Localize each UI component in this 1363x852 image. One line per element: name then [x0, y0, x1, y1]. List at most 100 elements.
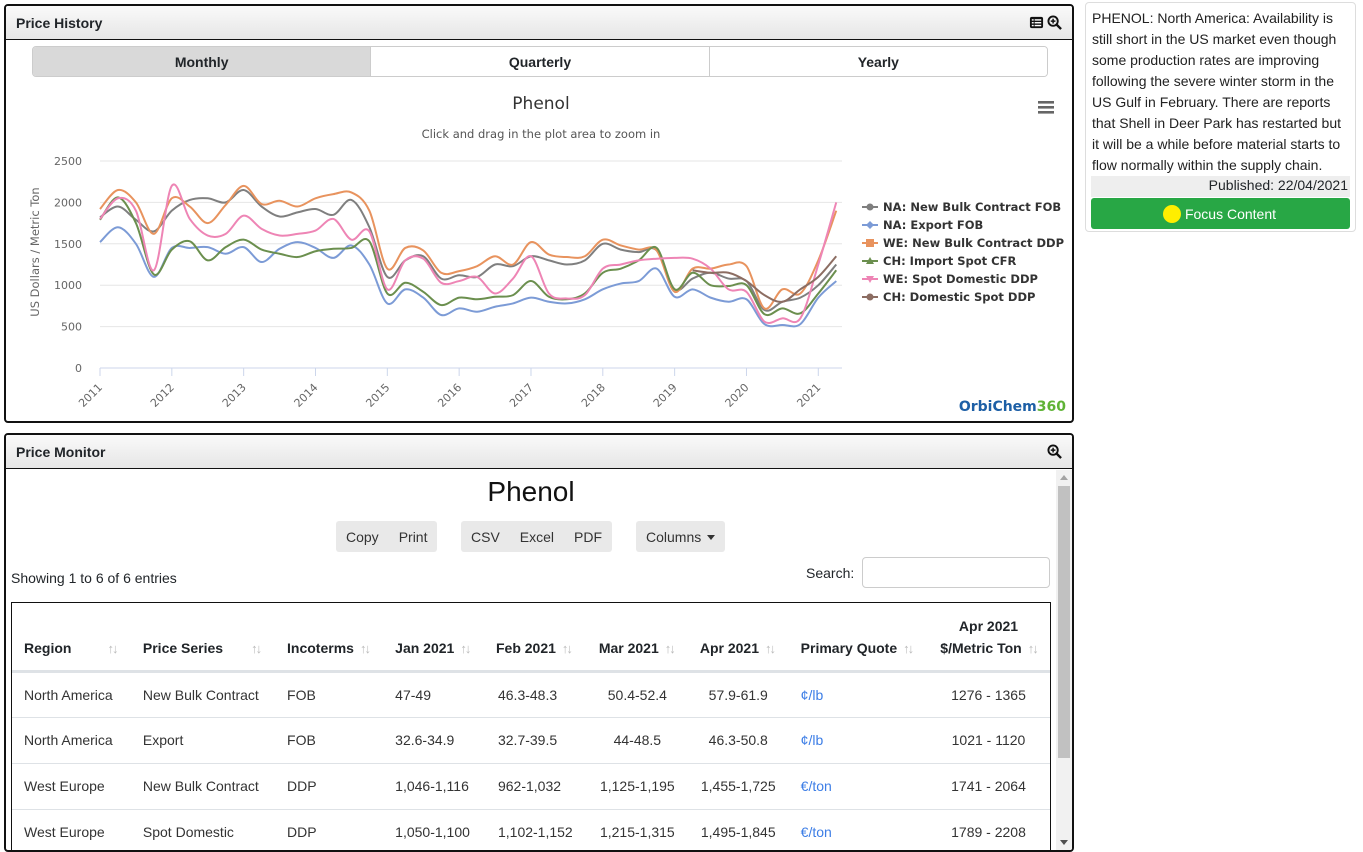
- legend-marker-icon: [866, 221, 874, 229]
- col-apr-2021-usd[interactable]: Apr 2021 $/Metric Ton ↑↓: [926, 603, 1050, 673]
- cell-region: North America: [12, 671, 131, 718]
- price-chart[interactable]: Phenol Click and drag in the plot area t…: [6, 82, 1072, 422]
- legend-item[interactable]: CH: Import Spot CFR: [862, 254, 1016, 268]
- col-region[interactable]: Region ↑↓: [12, 603, 131, 673]
- table-icon[interactable]: [1029, 15, 1044, 30]
- cell-apr-2021-usd: 1276 - 1365: [926, 671, 1050, 718]
- cell-apr-2021-usd: 1789 - 2208: [926, 809, 1050, 850]
- tab-yearly[interactable]: Yearly: [709, 47, 1047, 76]
- search-label: Search:: [806, 565, 855, 581]
- focus-content-button[interactable]: Focus Content: [1091, 198, 1350, 229]
- x-tick-label: 2012: [148, 381, 177, 410]
- tab-monthly[interactable]: Monthly: [33, 47, 372, 76]
- sun-icon: [1164, 206, 1179, 221]
- cell-jan-2021: 47-49: [383, 671, 484, 718]
- legend-label: WE: Spot Domestic DDP: [883, 272, 1038, 286]
- x-tick-label: 2018: [579, 381, 608, 410]
- col-apr-2021[interactable]: Apr 2021 ↑↓: [687, 603, 789, 673]
- cell-apr-2021: 1,455-1,725: [687, 763, 789, 810]
- table-row: West Europe Spot Domestic DDP 1,050-1,100 1,…: [12, 809, 1050, 850]
- cell-apr-2021: 1,495-1,845: [687, 809, 789, 850]
- col-primary-quote[interactable]: Primary Quote ↑↓: [788, 603, 927, 673]
- scroll-up-icon[interactable]: [1060, 475, 1068, 480]
- x-tick-label: 2021: [794, 381, 823, 410]
- entries-info: Showing 1 to 6 of 6 entries: [11, 570, 177, 586]
- copy-button[interactable]: Copy: [336, 529, 389, 545]
- table-row: North America New Bulk Contract FOB 47-49 46…: [12, 671, 1050, 718]
- col-price-series[interactable]: Price Series ↑↓: [130, 603, 276, 673]
- x-tick-label: 2019: [651, 381, 680, 410]
- cell-primary-quote[interactable]: €/ton: [788, 809, 927, 850]
- focus-content-label: Focus Content: [1184, 205, 1277, 222]
- legend-label: NA: New Bulk Contract FOB: [883, 200, 1061, 214]
- sort-icon: ↑↓: [251, 640, 262, 656]
- x-tick-label: 2020: [723, 381, 752, 410]
- cell-feb-2021: 1,102-1,152: [483, 809, 587, 850]
- cell-region: North America: [12, 717, 131, 764]
- chart-menu-icon[interactable]: [1038, 101, 1054, 114]
- cell-feb-2021: 46.3-48.3: [483, 671, 587, 718]
- table-row: North America Export FOB 32.6-34.9 32.7-39.5…: [12, 717, 1050, 764]
- orbichem-logo: OrbiChem360: [958, 399, 1066, 415]
- cell-jan-2021: 1,050-1,100: [383, 809, 484, 850]
- caret-down-icon: [705, 529, 725, 545]
- x-tick-label: 2015: [363, 381, 392, 410]
- columns-button[interactable]: Columns: [636, 521, 726, 552]
- scroll-down-icon[interactable]: [1060, 840, 1068, 845]
- y-axis-label: US Dollars / Metric Ton: [28, 187, 42, 316]
- chart-title: Phenol: [512, 94, 569, 114]
- cell-primary-quote[interactable]: ¢/lb: [788, 671, 927, 718]
- cell-mar-2021: 44-48.5: [586, 717, 688, 764]
- sort-icon: ↑↓: [765, 640, 776, 656]
- cell-jan-2021: 1,046-1,116: [383, 763, 484, 810]
- zoom-in-icon[interactable]: [1047, 444, 1062, 459]
- print-button[interactable]: Print: [389, 529, 438, 545]
- cell-apr-2021-usd: 1741 - 2064: [926, 763, 1050, 810]
- cell-primary-quote[interactable]: €/ton: [788, 763, 927, 810]
- search-input[interactable]: [862, 557, 1050, 588]
- csv-button[interactable]: CSV: [461, 529, 510, 545]
- col-jan-2021[interactable]: Jan 2021 ↑↓: [383, 603, 484, 673]
- col-mar-2021[interactable]: Mar 2021 ↑↓: [586, 603, 688, 673]
- cell-apr-2021: 57.9-61.9: [687, 671, 789, 718]
- cell-price-series: Spot Domestic: [130, 809, 276, 850]
- legend-marker-icon: [866, 239, 874, 247]
- price-monitor-body: Phenol Copy Print CSV Excel PDF Columns …: [6, 470, 1056, 850]
- legend-item[interactable]: NA: Export FOB: [862, 218, 983, 232]
- col-incoterms[interactable]: Incoterms ↑↓: [275, 603, 384, 673]
- copy-print-group: Copy Print: [336, 521, 438, 552]
- cell-apr-2021: 46.3-50.8: [687, 717, 789, 764]
- tab-quarterly[interactable]: Quarterly: [371, 47, 710, 76]
- sort-icon: ↑↓: [1027, 640, 1039, 656]
- cell-jan-2021: 32.6-34.9: [383, 717, 484, 764]
- vertical-scrollbar[interactable]: [1056, 470, 1072, 850]
- cell-mar-2021: 50.4-52.4: [586, 671, 688, 718]
- table-header-row: Region ↑↓ Price Series ↑↓ Incoterms ↑↓ Jan …: [12, 603, 1050, 673]
- cell-feb-2021: 962-1,032: [483, 763, 587, 810]
- pdf-button[interactable]: PDF: [564, 529, 612, 545]
- y-tick-label: 500: [61, 321, 82, 334]
- legend-marker-icon: [866, 203, 874, 211]
- cell-price-series: Export: [130, 717, 276, 764]
- product-title: Phenol: [487, 476, 575, 507]
- price-monitor-panel: Price Monitor Phenol Copy Print CSV Exce…: [4, 433, 1074, 852]
- scrollbar-thumb[interactable]: [1058, 486, 1070, 758]
- price-monitor-title: Price Monitor: [16, 443, 106, 460]
- cell-incoterms: FOB: [275, 717, 384, 764]
- cell-primary-quote[interactable]: ¢/lb: [788, 717, 927, 764]
- cell-incoterms: FOB: [275, 671, 384, 718]
- legend-item[interactable]: WE: New Bulk Contract DDP: [862, 236, 1064, 250]
- y-tick-label: 1500: [54, 238, 82, 251]
- legend-marker-icon: [866, 293, 874, 301]
- y-tick-label: 2000: [54, 196, 82, 209]
- x-tick-label: 2014: [292, 381, 321, 410]
- legend-item[interactable]: NA: New Bulk Contract FOB: [862, 200, 1061, 214]
- col-feb-2021[interactable]: Feb 2021 ↑↓: [483, 603, 587, 673]
- legend-label: CH: Import Spot CFR: [883, 254, 1016, 268]
- zoom-in-icon[interactable]: [1047, 15, 1062, 30]
- sort-icon: ↑↓: [561, 640, 573, 656]
- legend-item[interactable]: WE: Spot Domestic DDP: [862, 272, 1038, 286]
- excel-button[interactable]: Excel: [510, 529, 564, 545]
- x-tick-label: 2017: [507, 381, 536, 410]
- legend-item[interactable]: CH: Domestic Spot DDP: [862, 290, 1035, 304]
